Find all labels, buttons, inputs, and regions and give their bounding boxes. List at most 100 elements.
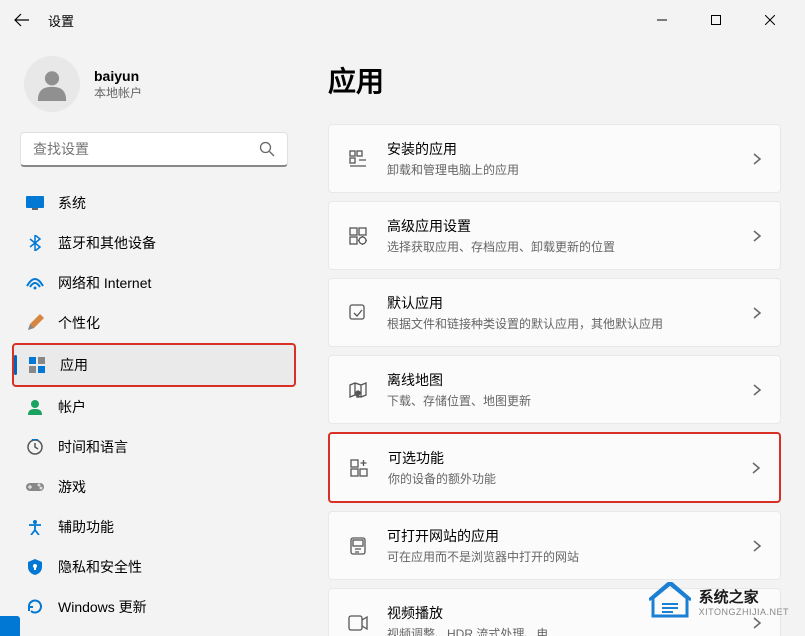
card-title: 可选功能 xyxy=(388,448,733,468)
installed-icon xyxy=(347,148,369,170)
watermark-text: 系统之家 XITONGZHIJIA.NET xyxy=(699,586,789,617)
card-installed[interactable]: 安装的应用卸载和管理电脑上的应用 xyxy=(328,124,781,193)
card-title: 可打开网站的应用 xyxy=(387,526,734,546)
content: 应用 安装的应用卸载和管理电脑上的应用高级应用设置选择获取应用、存档应用、卸载更… xyxy=(308,40,805,636)
card-title: 默认应用 xyxy=(387,293,734,313)
main-layout: baiyun 本地帐户 系统蓝牙和其他设备网络和 Internet个性化应用帐户… xyxy=(0,40,805,636)
taskbar-corner xyxy=(0,616,20,636)
account-icon xyxy=(26,398,44,416)
card-optional[interactable]: 可选功能你的设备的额外功能 xyxy=(328,432,781,503)
sidebar-item-bluetooth[interactable]: 蓝牙和其他设备 xyxy=(12,223,296,263)
sidebar-item-label: 应用 xyxy=(60,355,88,375)
sidebar-item-label: 隐私和安全性 xyxy=(58,557,142,577)
sidebar-item-label: 网络和 Internet xyxy=(58,273,151,293)
default-icon xyxy=(347,302,369,324)
sidebar-item-time[interactable]: 时间和语言 xyxy=(12,427,296,467)
card-desc: 你的设备的额外功能 xyxy=(388,470,733,487)
apps-icon xyxy=(28,356,46,374)
card-default[interactable]: 默认应用根据文件和链接种类设置的默认应用，其他默认应用 xyxy=(328,278,781,347)
optional-icon xyxy=(348,457,370,479)
sidebar-item-label: 辅助功能 xyxy=(58,517,114,537)
watermark-sub: XITONGZHIJIA.NET xyxy=(699,607,789,617)
gaming-icon xyxy=(26,478,44,496)
accessibility-icon xyxy=(26,518,44,536)
card-maps[interactable]: 离线地图下载、存储位置、地图更新 xyxy=(328,355,781,424)
watermark-main: 系统之家 xyxy=(699,586,789,607)
card-body: 可打开网站的应用可在应用而不是浏览器中打开的网站 xyxy=(387,526,734,565)
window-title: 设置 xyxy=(48,11,74,30)
sidebar-item-gaming[interactable]: 游戏 xyxy=(12,467,296,507)
video-icon xyxy=(347,612,369,634)
maximize-icon xyxy=(711,15,721,25)
card-list: 安装的应用卸载和管理电脑上的应用高级应用设置选择获取应用、存档应用、卸载更新的位… xyxy=(328,124,781,636)
user-section[interactable]: baiyun 本地帐户 xyxy=(4,40,304,132)
card-desc: 根据文件和链接种类设置的默认应用，其他默认应用 xyxy=(387,315,734,332)
sidebar-item-label: 时间和语言 xyxy=(58,437,128,457)
page-title: 应用 xyxy=(328,60,781,100)
chevron-right-icon xyxy=(752,383,762,397)
card-title: 高级应用设置 xyxy=(387,216,734,236)
account-type: 本地帐户 xyxy=(94,84,142,101)
close-button[interactable] xyxy=(747,4,793,36)
bluetooth-icon xyxy=(26,234,44,252)
back-button[interactable] xyxy=(12,10,32,30)
card-desc: 视频调整、HDR 流式处理、电 xyxy=(387,625,734,636)
sidebar-item-network[interactable]: 网络和 Internet xyxy=(12,263,296,303)
network-icon xyxy=(26,274,44,292)
card-body: 安装的应用卸载和管理电脑上的应用 xyxy=(387,139,734,178)
arrow-left-icon xyxy=(14,12,30,28)
user-icon xyxy=(35,67,69,101)
privacy-icon xyxy=(26,558,44,576)
chevron-right-icon xyxy=(752,539,762,553)
system-icon xyxy=(26,194,44,212)
close-icon xyxy=(765,15,775,25)
card-body: 可选功能你的设备的额外功能 xyxy=(388,448,733,487)
minimize-button[interactable] xyxy=(639,4,685,36)
nav-list: 系统蓝牙和其他设备网络和 Internet 个性化应用帐户时间和语言游戏辅助功能隐… xyxy=(4,183,304,627)
sidebar-item-label: 系统 xyxy=(58,193,86,213)
sidebar-item-update[interactable]: Windows 更新 xyxy=(12,587,296,627)
window-controls xyxy=(639,4,793,36)
card-body: 默认应用根据文件和链接种类设置的默认应用，其他默认应用 xyxy=(387,293,734,332)
card-desc: 卸载和管理电脑上的应用 xyxy=(387,161,734,178)
card-desc: 选择获取应用、存档应用、卸载更新的位置 xyxy=(387,238,734,255)
avatar xyxy=(24,56,80,112)
watermark: 系统之家 XITONGZHIJIA.NET xyxy=(649,582,789,620)
personalize-icon xyxy=(26,314,44,332)
card-title: 安装的应用 xyxy=(387,139,734,159)
user-info: baiyun 本地帐户 xyxy=(94,68,142,101)
sidebar-item-label: 帐户 xyxy=(58,397,86,417)
card-advanced[interactable]: 高级应用设置选择获取应用、存档应用、卸载更新的位置 xyxy=(328,201,781,270)
sidebar: baiyun 本地帐户 系统蓝牙和其他设备网络和 Internet 个性化应用帐户… xyxy=(0,40,308,636)
card-desc: 下载、存储位置、地图更新 xyxy=(387,392,734,409)
maximize-button[interactable] xyxy=(693,4,739,36)
chevron-right-icon xyxy=(752,152,762,166)
sidebar-item-personalize[interactable]: 个性化 xyxy=(12,303,296,343)
sidebar-item-label: 个性化 xyxy=(58,313,100,333)
websites-icon xyxy=(347,535,369,557)
search-input[interactable] xyxy=(33,141,259,157)
sidebar-item-apps[interactable]: 应用 xyxy=(12,343,296,387)
card-websites[interactable]: 可打开网站的应用可在应用而不是浏览器中打开的网站 xyxy=(328,511,781,580)
search-box[interactable] xyxy=(20,132,288,167)
card-desc: 可在应用而不是浏览器中打开的网站 xyxy=(387,548,734,565)
sidebar-item-accessibility[interactable]: 辅助功能 xyxy=(12,507,296,547)
card-body: 离线地图下载、存储位置、地图更新 xyxy=(387,370,734,409)
sidebar-item-label: 蓝牙和其他设备 xyxy=(58,233,156,253)
username: baiyun xyxy=(94,68,142,84)
sidebar-item-privacy[interactable]: 隐私和安全性 xyxy=(12,547,296,587)
sidebar-item-system[interactable]: 系统 xyxy=(12,183,296,223)
chevron-right-icon xyxy=(751,461,761,475)
update-icon xyxy=(26,598,44,616)
maps-icon xyxy=(347,379,369,401)
chevron-right-icon xyxy=(752,229,762,243)
time-icon xyxy=(26,438,44,456)
search-icon xyxy=(259,141,275,157)
advanced-icon xyxy=(347,225,369,247)
titlebar-left: 设置 xyxy=(12,10,74,30)
titlebar: 设置 xyxy=(0,0,805,40)
sidebar-item-account[interactable]: 帐户 xyxy=(12,387,296,427)
card-body: 高级应用设置选择获取应用、存档应用、卸载更新的位置 xyxy=(387,216,734,255)
sidebar-item-label: 游戏 xyxy=(58,477,86,497)
card-title: 离线地图 xyxy=(387,370,734,390)
